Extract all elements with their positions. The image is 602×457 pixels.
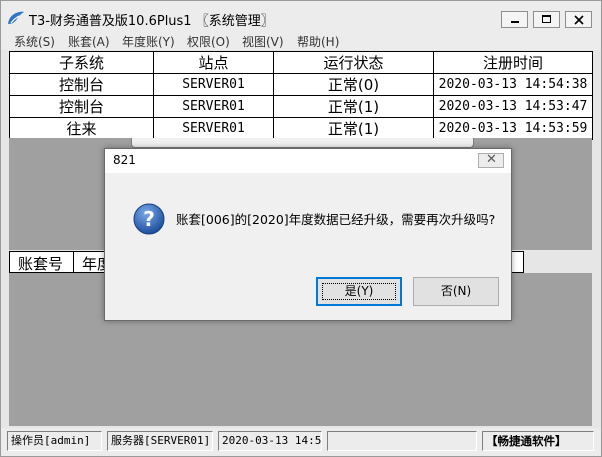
minimize-button[interactable] (501, 11, 528, 28)
cell-site: SERVER01 (153, 117, 274, 140)
cell-subsystem: 控制台 (9, 73, 154, 96)
main-window: T3-财务通普及版10.6Plus1 〖系统管理〗 系统(S) 账套(A) 年度… (0, 0, 602, 457)
minimize-icon (511, 21, 519, 23)
close-button[interactable] (565, 11, 592, 28)
cell-status: 正常(1) (273, 117, 434, 140)
column-divider (73, 252, 74, 272)
yes-button[interactable]: 是(Y) (316, 277, 402, 306)
table-row[interactable]: 往来 SERVER01 正常(1) 2020-03-13 14:53:59 (9, 117, 593, 140)
svg-text:?: ? (143, 207, 155, 231)
status-bar: 操作员[admin] 服务器[SERVER01] 2020-03-13 14:5… (1, 428, 601, 456)
subsystem-table: 子系统 站点 运行状态 注册时间 控制台 SERVER01 正常(0) 2020… (9, 51, 593, 140)
cell-register-time: 2020-03-13 14:53:59 (433, 117, 593, 140)
window-title: T3-财务通普及版10.6Plus1 〖系统管理〗 (29, 14, 274, 29)
no-button-label: 否(N) (440, 284, 472, 298)
menu-permission[interactable]: 权限(O) (187, 34, 230, 50)
no-button[interactable]: 否(N) (413, 277, 499, 306)
dialog-close-button[interactable]: ✕ (478, 152, 504, 168)
yes-button-label: 是(Y) (344, 284, 374, 298)
dialog-message: 账套[006]的[2020]年度数据已经升级，需要再次升级吗? (176, 212, 496, 227)
menu-system[interactable]: 系统(S) (14, 34, 55, 50)
upgrade-confirm-dialog: 821 ✕ ? 账套[006]的[2020]年度数据已经升级，需要再次升级吗? … (104, 148, 512, 321)
cell-site: SERVER01 (153, 95, 274, 118)
cell-subsystem: 控制台 (9, 95, 154, 118)
splitter-handle[interactable] (131, 138, 474, 148)
table-header-row: 子系统 站点 运行状态 注册时间 (9, 51, 593, 74)
menu-view[interactable]: 视图(V) (242, 34, 284, 50)
menu-help[interactable]: 帮助(H) (297, 34, 339, 50)
column-header-register-time[interactable]: 注册时间 (433, 51, 593, 74)
cell-subsystem: 往来 (9, 117, 154, 140)
menu-bar: 系统(S) 账套(A) 年度账(Y) 权限(O) 视图(V) 帮助(H) (1, 34, 601, 50)
cell-site: SERVER01 (153, 73, 274, 96)
column-header-site[interactable]: 站点 (153, 51, 274, 74)
close-icon (574, 15, 584, 25)
restore-button[interactable] (533, 11, 560, 28)
cell-register-time: 2020-03-13 14:53:47 (433, 95, 593, 118)
status-server: 服务器[SERVER01] (107, 431, 213, 451)
status-empty (327, 431, 477, 451)
column-header-account-no[interactable]: 账套号 (18, 253, 63, 274)
dialog-title-bar[interactable]: 821 ✕ (105, 149, 511, 173)
menu-year-account[interactable]: 年度账(Y) (122, 34, 175, 50)
cell-status: 正常(0) (273, 73, 434, 96)
cell-status: 正常(1) (273, 95, 434, 118)
dialog-title: 821 (113, 153, 136, 167)
status-datetime: 2020-03-13 14:54 (218, 431, 322, 451)
status-brand: 【畅捷通软件】 (482, 431, 594, 451)
question-icon: ? (133, 203, 165, 235)
column-header-subsystem[interactable]: 子系统 (9, 51, 154, 74)
table-row[interactable]: 控制台 SERVER01 正常(0) 2020-03-13 14:54:38 (9, 73, 593, 96)
status-operator: 操作员[admin] (7, 431, 102, 451)
app-icon (8, 11, 24, 24)
title-bar[interactable]: T3-财务通普及版10.6Plus1 〖系统管理〗 (1, 1, 601, 34)
close-icon: ✕ (486, 152, 497, 167)
menu-account[interactable]: 账套(A) (68, 34, 110, 50)
table-row[interactable]: 控制台 SERVER01 正常(1) 2020-03-13 14:53:47 (9, 95, 593, 118)
cell-register-time: 2020-03-13 14:54:38 (433, 73, 593, 96)
column-header-status[interactable]: 运行状态 (273, 51, 434, 74)
restore-icon (542, 15, 551, 23)
